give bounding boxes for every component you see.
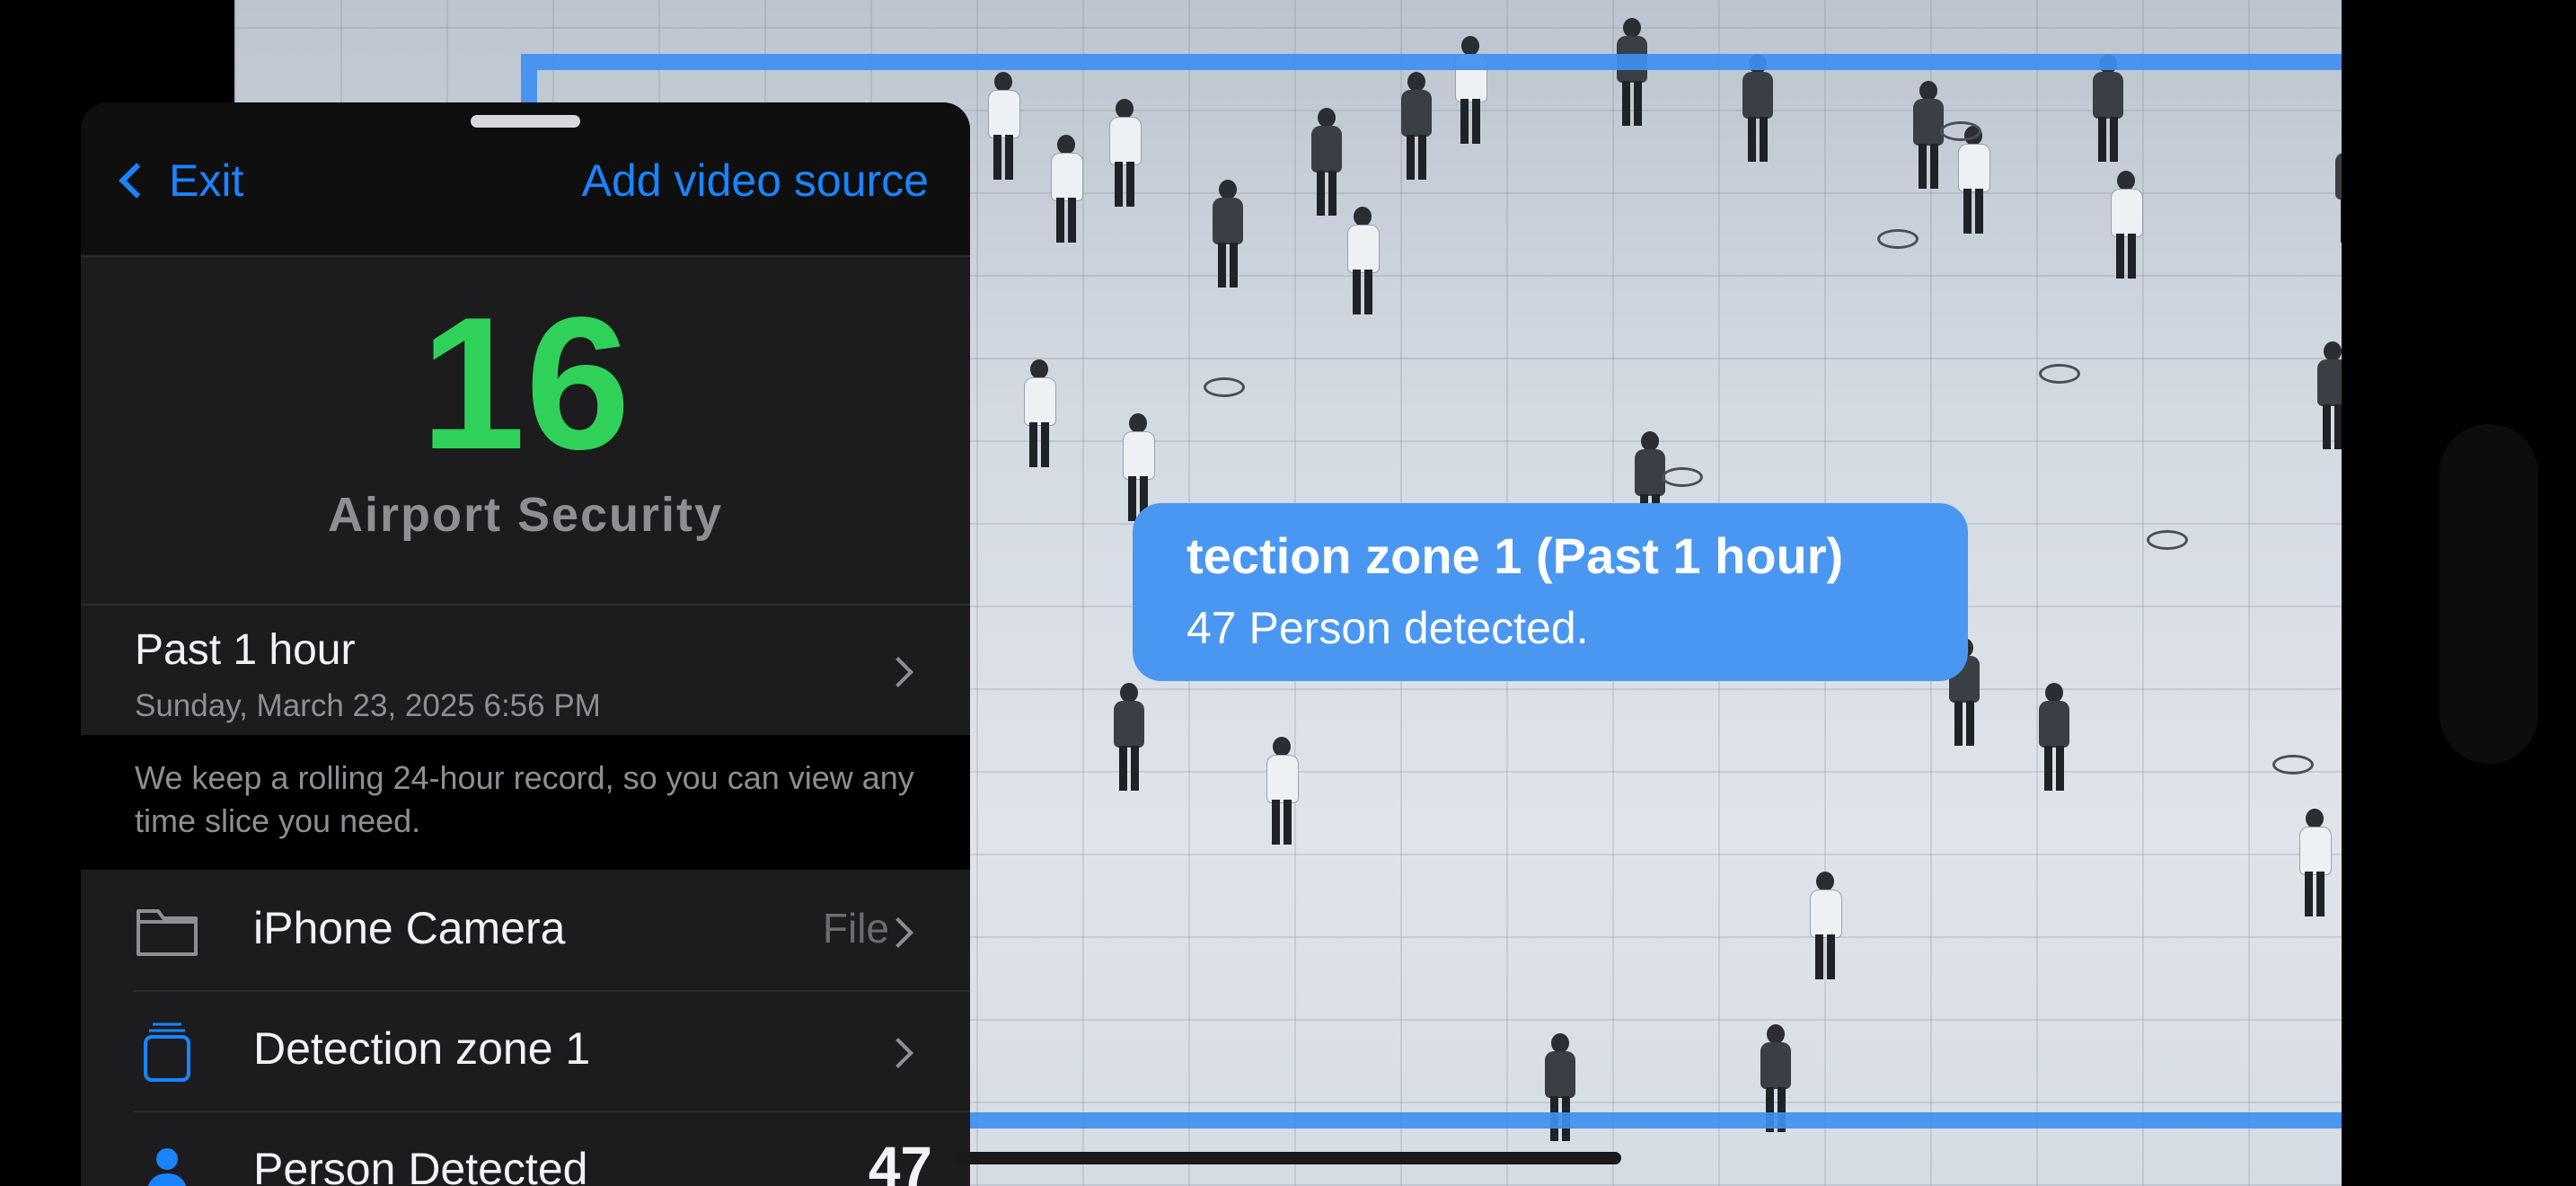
add-video-source-button[interactable]: Add video source: [582, 149, 929, 212]
home-indicator[interactable]: [957, 1152, 1621, 1164]
row-value: File: [822, 905, 889, 951]
exit-button[interactable]: Exit: [113, 149, 243, 212]
exit-label: Exit: [169, 155, 244, 206]
info-banner: We keep a rolling 24-hour record, so you…: [81, 735, 970, 870]
chevron-right-icon: [883, 1038, 913, 1068]
summary-panel: 16 Airport Security: [81, 257, 970, 604]
chevron-left-icon: [119, 163, 154, 199]
sheet-nav-bar: Exit Add video source: [81, 102, 970, 257]
bottom-sheet: Exit Add video source 16 Airport Securit…: [81, 102, 970, 1186]
row-label: iPhone Camera: [253, 903, 566, 953]
info-text: We keep a rolling 24-hour record, so you…: [135, 759, 914, 839]
person-count: 47: [868, 1135, 932, 1186]
time-range-title: Past 1 hour: [135, 626, 356, 674]
summary-label: Airport Security: [327, 488, 724, 542]
zone-callout-title: tection zone 1 (Past 1 hour): [1187, 527, 1844, 584]
row-label: Detection zone 1: [253, 1023, 591, 1074]
row-iphone-camera[interactable]: iPhone Camera File: [81, 872, 970, 990]
detection-count: 16: [420, 278, 631, 489]
detection-zone-icon: [133, 1019, 201, 1084]
camera-control-pill[interactable]: [2439, 424, 2538, 764]
time-range-row[interactable]: Past 1 hour Sunday, March 23, 2025 6:56 …: [81, 606, 970, 733]
row-detection-zone[interactable]: Detection zone 1: [81, 992, 970, 1111]
row-label: Person Detected: [253, 1144, 588, 1186]
person-icon: [133, 1139, 201, 1186]
sheet-grabber[interactable]: [471, 115, 580, 128]
zone-callout[interactable]: tection zone 1 (Past 1 hour) 47 Person d…: [1133, 503, 1968, 681]
folder-icon: [133, 898, 201, 963]
zone-callout-subtitle: 47 Person detected.: [1187, 603, 1589, 653]
chevron-right-icon: [883, 657, 913, 687]
time-range-timestamp: Sunday, March 23, 2025 6:56 PM: [135, 688, 601, 723]
row-person-detected[interactable]: Person Detected 47: [81, 1112, 970, 1186]
